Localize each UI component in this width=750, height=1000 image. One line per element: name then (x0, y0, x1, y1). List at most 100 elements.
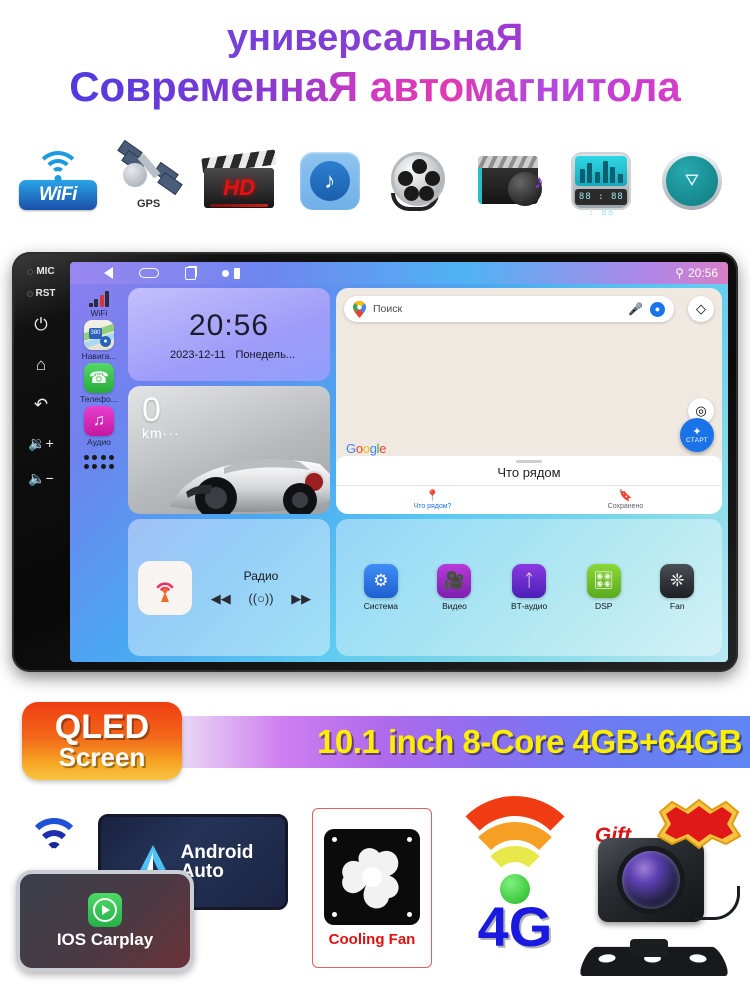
account-icon[interactable]: ● (650, 301, 665, 317)
feature-gps: GPS (107, 139, 191, 210)
feature-usb: ⛛ (650, 151, 734, 210)
wireless-wifi-icon (24, 818, 84, 854)
navigation-start-button[interactable]: ✦ СТАРТ (680, 418, 714, 452)
system-settings-icon: ⚙ (363, 564, 398, 598)
odometer-widget[interactable]: 0 km··· (128, 386, 330, 514)
volume-down-button[interactable]: 🔈− (28, 471, 54, 485)
feature-film (378, 151, 462, 211)
android-auto-text: Android Auto (181, 842, 254, 881)
navigation-icon: 380 ● (84, 320, 114, 350)
car-radio-device: MIC RST ⏻ ⌂ ↶ 🔉+ 🔈− ⚲ 20:56 WiFi 380 ● Н… (12, 252, 738, 672)
nearby-tab[interactable]: 📍 Что рядом? (336, 486, 529, 514)
clock-date: 2023-12-11 (170, 348, 226, 361)
feature-icon-strip: WiFi GPS HD ♪ ♪ 88: 88: 88 ⛛ (0, 110, 750, 218)
android-status-bar: ⚲ 20:56 (70, 262, 728, 284)
sidebar-item-audio[interactable]: ♫ Аудио (71, 406, 127, 447)
dock-item-dsp[interactable]: 🎛 DSP (586, 564, 621, 611)
equalizer-sliders-icon: 🎛 (586, 564, 621, 598)
sheet-drag-handle[interactable] (516, 460, 542, 463)
map-and-dock-column: Поиск 🎤 ● ◇ ◎ Google ✦ СТАРТ Что рядом 📍… (330, 288, 722, 656)
page-title-line-1: универсальнаЯ (0, 17, 750, 60)
camera-lens (622, 851, 680, 909)
audio-icon: ♫ (84, 406, 114, 436)
camera-cable (694, 886, 740, 920)
google-maps-widget[interactable]: Поиск 🎤 ● ◇ ◎ Google ✦ СТАРТ Что рядом 📍… (336, 288, 722, 514)
app-rail: WiFi 380 ● Навига... ☎ Телефо... ♫ Аудио (70, 288, 128, 656)
map-search-input[interactable]: Поиск (373, 303, 621, 315)
music-note-icon: ♪ (299, 151, 360, 210)
power-button[interactable]: ⏻ (34, 316, 47, 333)
qled-screen-badge: QLED Screen (22, 702, 182, 780)
phone-icon: ☎ (84, 363, 114, 393)
gps-label: GPS (136, 197, 161, 210)
android-nav-buttons (104, 266, 240, 280)
feature-wifi: WiFi (16, 149, 100, 210)
location-pin-icon: ⚲ (675, 266, 684, 280)
dock-item-video[interactable]: 🎥 Видео (437, 564, 472, 611)
google-logo: Google (346, 441, 387, 456)
usb-icon: ⛛ (661, 151, 722, 210)
feature-cooling-fan: Cooling Fan (312, 808, 432, 968)
mic-icon[interactable]: 🎤 (628, 302, 643, 316)
mic-label: MIC (36, 266, 55, 277)
wifi-signal-label: WiFi (90, 308, 108, 318)
video-label: Видео (442, 601, 467, 611)
nav-home-icon[interactable] (139, 268, 159, 278)
wifi-icon (28, 149, 88, 182)
pin-icon: 📍 (425, 490, 440, 502)
feature-carplay-androidauto: Android Auto IOS Carplay (8, 808, 308, 988)
dock-item-fan[interactable]: ❊ Fan (660, 564, 695, 611)
fan-icon: ❊ (660, 564, 695, 598)
cooling-fan-icon (324, 828, 420, 925)
sidebar-item-navigation[interactable]: 380 ● Навига... (71, 320, 127, 361)
back-button[interactable]: ↶ (34, 396, 48, 413)
video-film-icon: 🎥 (437, 564, 472, 598)
qled-badge-line-1: QLED (54, 708, 150, 747)
saved-tab[interactable]: 🔖 Сохранено (529, 486, 722, 514)
feature-hd: HD (197, 149, 281, 210)
cooling-fan-label: Cooling Fan (328, 930, 416, 948)
mic-led-icon (27, 268, 34, 275)
widget-column: 20:56 2023-12-11 Понедель... 0 km··· Рад… (128, 288, 330, 656)
reset-button[interactable]: RST (26, 288, 56, 299)
hd-text: HD (223, 174, 256, 200)
feature-music: ♪ (288, 151, 372, 210)
map-search-bar[interactable]: Поиск 🎤 ● (344, 296, 674, 322)
feature-video-audio: ♪ (469, 152, 553, 210)
radio-controls: Радио ◀◀ ((○)) ▶▶ (202, 569, 320, 607)
nav-recents-icon[interactable] (185, 266, 196, 280)
radio-tune-icon[interactable]: ((○)) (248, 591, 273, 606)
backup-camera-icon (598, 838, 704, 922)
nearby-tab-label: Что рядом? (413, 503, 452, 510)
volume-up-button[interactable]: 🔉+ (28, 436, 54, 450)
app-drawer-icon[interactable] (83, 455, 115, 469)
clock-weekday: Понедель... (235, 348, 295, 361)
sidebar-item-phone[interactable]: ☎ Телефо... (71, 363, 127, 404)
start-button-label: СТАРТ (685, 436, 709, 444)
home-button[interactable]: ⌂ (36, 356, 46, 373)
nearby-sheet: Что рядом 📍 Что рядом? 🔖 Сохранено (336, 456, 722, 514)
phone-label: Телефо... (80, 394, 118, 404)
radio-widget[interactable]: Радио ◀◀ ((○)) ▶▶ (128, 519, 330, 656)
nav-back-icon[interactable] (104, 267, 113, 279)
spec-banner-text: 10.1 inch 8-Core 4GB+64GB (317, 723, 742, 760)
radio-prev-button[interactable]: ◀◀ (211, 591, 231, 607)
clock-widget[interactable]: 20:56 2023-12-11 Понедель... (128, 288, 330, 381)
odometer-value: 0 (142, 391, 161, 429)
gift-starburst-icon (656, 798, 742, 850)
equalizer-lcd-text: 88 : 88 : 88 (575, 188, 628, 218)
radio-next-button[interactable]: ▶▶ (291, 591, 311, 607)
dock-item-bt-audio[interactable]: ᛏ BT-аудио (511, 564, 547, 611)
status-bar-right: ⚲ 20:56 (675, 266, 718, 280)
bottom-feature-row: Android Auto IOS Carplay Cooling Fan 4G … (0, 790, 750, 1000)
battery-icon (234, 267, 240, 279)
wifi-signal[interactable]: WiFi (71, 290, 127, 318)
dock-item-system[interactable]: ⚙ Система (364, 564, 398, 611)
reset-led-icon (26, 290, 33, 297)
wifi-signal-icon (71, 290, 127, 307)
status-dot-icon (222, 269, 229, 277)
page-title-block: универсальнаЯ СовременнаЯ автомагнитола (0, 0, 750, 110)
device-bezel-buttons: MIC RST ⏻ ⌂ ↶ 🔉+ 🔈− (12, 252, 70, 672)
equalizer-radio-icon: 88 : 88 : 88 (571, 151, 632, 218)
layers-icon[interactable]: ◇ (688, 296, 714, 322)
